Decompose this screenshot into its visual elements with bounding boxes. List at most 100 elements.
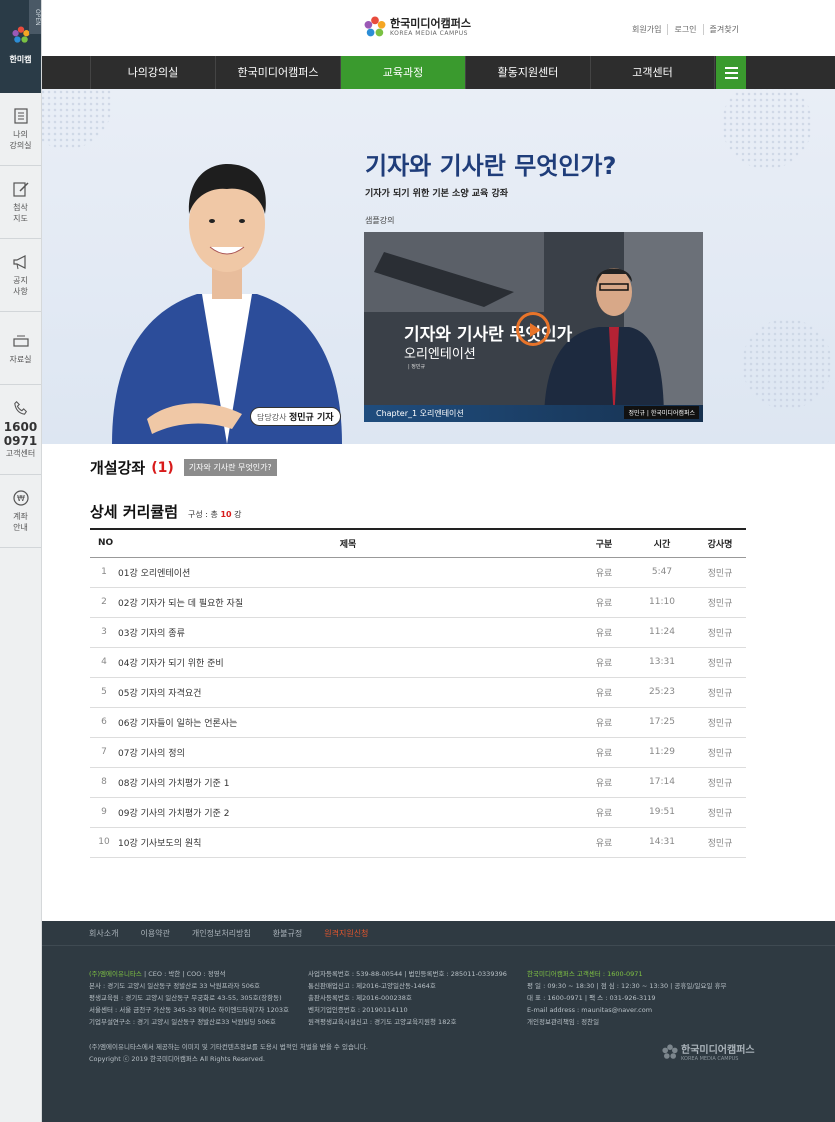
cell-teacher: 정민규 [694,737,746,768]
open-course-count: (1) [151,459,174,476]
cell-time: 14:31 [630,827,694,858]
nav-item-my-classroom[interactable]: 나의강의실 [90,56,215,89]
call-center-number-2: 0971 [3,434,38,448]
footer-line: 원격평생교육시설신고 : 경기도 고양교육지원청 182호 [308,1018,457,1026]
sidebar-logo[interactable]: OPEN 한미캠 [0,0,41,93]
table-row[interactable]: 5 05강 기자의 자격요건 유료 25:23 정민규 [90,677,746,708]
nav-item-customer-center[interactable]: 고객센터 [590,56,715,89]
footer-link-terms[interactable]: 이용약관 [140,921,169,945]
cell-time: 17:14 [630,767,694,798]
footer-line: 평생교육원 : 경기도 고양시 일산동구 무궁화로 43-55, 305호(장항… [89,994,282,1002]
play-icon[interactable] [516,312,550,346]
curriculum-info: 구성 : 총 10 강 [188,509,241,520]
logo-subtitle: KOREA MEDIA CAMPUS [390,29,468,37]
footer-line: 대 표 : 1600-0971 | 팩 스 : 031-926-3119 [527,994,656,1002]
footer-line: 통신판매업신고 : 제2016-고양일산동-1464호 [308,982,436,990]
signup-link[interactable]: 회원가입 [626,24,667,35]
site-logo[interactable]: 한국미디어캠퍼스 KOREA MEDIA CAMPUS [364,16,471,38]
footer-link-remote-support[interactable]: 원격지원신청 [324,921,368,945]
cell-type: 유료 [578,677,630,708]
cell-title[interactable]: 10강 기사보도의 원칙 [118,827,578,858]
sample-video-player[interactable]: 기자와 기사란 무엇인가 오리엔테이션 | 정민규 Chapter_1 오리엔테… [364,232,703,422]
table-row[interactable]: 1 01강 오리엔테이션 유료 5:47 정민규 [90,557,746,588]
bookmark-link[interactable]: 즐겨찾기 [702,24,745,35]
tray-icon [12,335,29,347]
cell-type: 유료 [578,557,630,588]
col-teacher: 강사명 [707,539,733,550]
site-footer: 회사소개 이용약관 개인정보처리방침 환불규정 원격지원신청 (주)엠에이유니타… [42,921,835,1122]
course-hero: 담당강사 정민규 기자 기자와 기사란 무엇인가? 기자가 되기 위한 기본 소… [42,89,835,444]
cell-title[interactable]: 07강 기사의 정의 [118,737,578,768]
sidebar-item-account[interactable]: ₩ 계좌 안내 [0,475,41,548]
decor-dots [742,319,832,409]
cell-time: 5:47 [630,557,694,588]
table-row[interactable]: 9 09강 기사의 가치평가 기준 2 유료 19:51 정민규 [90,797,746,828]
cell-title[interactable]: 04강 기자가 되기 위한 준비 [118,647,578,678]
cell-no: 9 [90,797,118,828]
sidebar-item-notice[interactable]: 공지 사항 [0,239,41,312]
curriculum-title: 상세 커리큘럼 [90,503,179,521]
cell-no: 1 [90,557,118,588]
footer-logo-subtitle: KOREA MEDIA CAMPUS [681,1056,739,1062]
nav-item-campus[interactable]: 한국미디어캠퍼스 [215,56,340,89]
sidebar-item-tutoring[interactable]: 첨삭 지도 [0,166,41,239]
cell-teacher: 정민규 [694,557,746,588]
hamburger-menu-icon[interactable] [716,56,746,89]
curriculum-info-count: 10 [220,510,232,519]
cell-title[interactable]: 01강 오리엔테이션 [118,557,578,588]
footer-line: 한국미디어캠퍼스 고객센터 : 1600-0971 [527,970,643,978]
table-row[interactable]: 8 08강 기사의 가치평가 기준 1 유료 17:14 정민규 [90,767,746,798]
footer-link-refund[interactable]: 환불규정 [273,921,302,945]
sidebar-item-call-center[interactable]: 1600 0971 고객센터 [0,385,41,475]
video-credit: 정민규 | 한국미디어캠퍼스 [624,406,699,419]
cell-title[interactable]: 03강 기자의 종류 [118,617,578,648]
video-author: | 정민규 [408,364,426,370]
sidebar-item-label: 고객센터 [5,449,36,458]
table-row[interactable]: 7 07강 기사의 정의 유료 11:29 정민규 [90,737,746,768]
course-subtitle: 기자가 되기 위한 기본 소양 교육 강좌 [365,189,509,199]
footer-line: 개인정보관리책임 : 정찬일 [527,1018,600,1026]
footer-notice: (주)엠에이유니타스에서 제공하는 이미지 및 기타컨텐츠정보를 도용시 법적인… [89,1043,368,1051]
footer-registration-info: 사업자등록번호 : 539-88-00544 | 법인등록번호 : 285011… [308,968,507,1028]
footer-line: 사업자등록번호 : 539-88-00544 | 법인등록번호 : 285011… [308,970,507,978]
footer-line: 서울센터 : 서울 금천구 가산동 345-33 에이스 하이엔드타워7차 12… [89,1006,289,1014]
cell-teacher: 정민규 [694,827,746,858]
footer-link-privacy[interactable]: 개인정보처리방침 [192,921,251,945]
table-row[interactable]: 2 02강 기자가 되는 데 필요한 자질 유료 11:10 정민규 [90,587,746,618]
col-type: 구분 [595,539,613,550]
table-row[interactable]: 3 03강 기자의 종류 유료 11:24 정민규 [90,617,746,648]
cell-type: 유료 [578,587,630,618]
nav-item-courses[interactable]: 교육과정 [340,56,465,89]
cell-time: 13:31 [630,647,694,678]
footer-link-about[interactable]: 회사소개 [89,921,118,945]
cell-time: 11:24 [630,617,694,648]
cell-title[interactable]: 06강 기자들이 일하는 언론사는 [118,707,578,738]
sidebar-open-tab[interactable]: OPEN [29,0,41,34]
cell-title[interactable]: 09강 기사의 가치평가 기준 2 [118,797,578,828]
table-row[interactable]: 6 06강 기자들이 일하는 언론사는 유료 17:25 정민규 [90,707,746,738]
sidebar-item-classroom[interactable]: 나의 강의실 [0,93,41,166]
login-link[interactable]: 로그인 [667,24,702,35]
main-nav: 나의강의실 한국미디어캠퍼스 교육과정 활동지원센터 고객센터 [42,56,835,89]
cell-type: 유료 [578,767,630,798]
nav-item-activity-center[interactable]: 활동지원센터 [465,56,590,89]
footer-logo-title: 한국미디어캠퍼스 [681,1045,755,1056]
curriculum-table: NO 제목 구분 시간 강사명 1 01강 오리엔테이션 유료 5:47 정민규 2 02강… [90,528,746,858]
sidebar-item-archive[interactable]: 자료실 [0,312,41,385]
sidebar-item-label: 공지 사항 [13,276,28,296]
footer-copyright-text: Copyright ⓒ 2019 한국미디어캠퍼스 All Rights Res… [89,1055,265,1063]
table-row[interactable]: 4 04강 기자가 되기 위한 준비 유료 13:31 정민규 [90,647,746,678]
open-course-tag[interactable]: 기자와 기사란 무엇인가? [183,459,277,476]
table-row[interactable]: 10 10강 기사보도의 원칙 유료 14:31 정민규 [90,827,746,858]
course-title: 기자와 기사란 무엇인가? [365,152,617,180]
cell-teacher: 정민규 [694,797,746,828]
cell-title[interactable]: 02강 기자가 되는 데 필요한 자질 [118,587,578,618]
footer-line: E-mail address : maunitas@naver.com [527,1006,653,1014]
col-time: 시간 [653,539,671,550]
cell-no: 2 [90,587,118,618]
cell-title[interactable]: 08강 기사의 가치평가 기준 1 [118,767,578,798]
flower-logo-icon [662,1043,678,1059]
cell-type: 유료 [578,797,630,828]
bank-icon: ₩ [12,490,29,506]
cell-title[interactable]: 05강 기자의 자격요건 [118,677,578,708]
